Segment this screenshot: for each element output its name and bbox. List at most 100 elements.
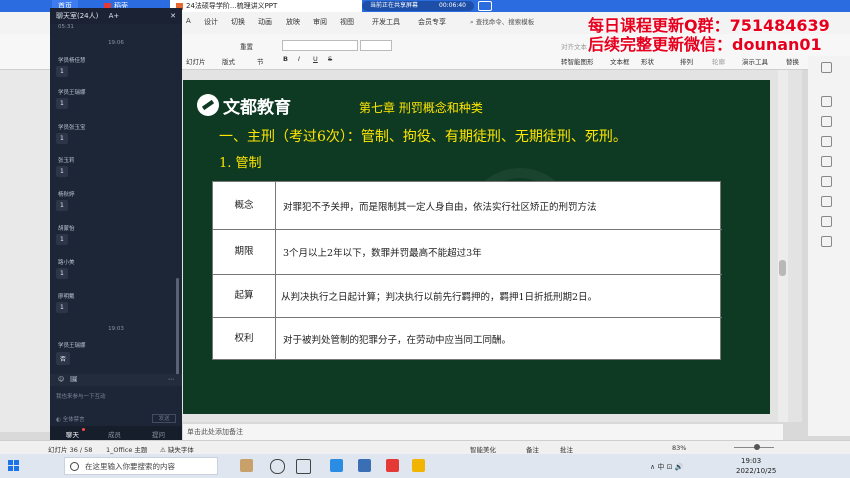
transition-icon[interactable] bbox=[821, 136, 832, 147]
app-icon-yellow[interactable] bbox=[412, 459, 425, 472]
chat-panel: 聊天室(24人) A+ ✕ 05:31 19:06 学员杨佳慧 1 学员王瑞娜 … bbox=[50, 8, 182, 440]
chat-sender: 学员王瑞娜 bbox=[58, 90, 86, 96]
vertical-scrollbar[interactable] bbox=[778, 70, 788, 422]
chat-scrollbar[interactable] bbox=[176, 278, 179, 378]
comment-toggle[interactable]: 批注 bbox=[560, 444, 573, 454]
screen-icon[interactable] bbox=[478, 1, 492, 11]
menu-item-design[interactable]: 设计 bbox=[204, 17, 218, 27]
section-button[interactable]: 节 bbox=[257, 56, 264, 66]
strikethrough-button[interactable]: S bbox=[328, 55, 332, 63]
mute-all-label: 全体禁言 bbox=[62, 417, 85, 423]
new-slide-button[interactable]: 幻灯片 bbox=[186, 56, 206, 66]
menu-item-review[interactable]: 审阅 bbox=[313, 17, 327, 27]
table-row: 期限 3个月以上2年以下，数罪并罚最高不能超过3年 bbox=[213, 229, 722, 275]
properties-icon[interactable] bbox=[821, 96, 832, 107]
zoom-slider-knob[interactable] bbox=[754, 444, 760, 450]
share-text: 当前正在共享屏幕 bbox=[370, 2, 419, 9]
tools-icon[interactable] bbox=[821, 236, 832, 247]
outline-button[interactable]: 轮廓 bbox=[712, 56, 725, 66]
italic-button[interactable]: I bbox=[298, 55, 300, 63]
task-view-icon[interactable] bbox=[296, 459, 311, 474]
unread-dot bbox=[82, 428, 85, 431]
smart-beautify-button[interactable]: 智能美化 bbox=[470, 444, 496, 454]
mute-all-toggle[interactable]: ◐ 全体禁言 bbox=[56, 415, 85, 423]
chat-input[interactable]: 我也来参与一下互动 bbox=[56, 392, 106, 400]
table-key: 权利 bbox=[213, 317, 276, 360]
wendu-logo-icon bbox=[197, 94, 219, 116]
chapter-title: 第七章 刑罚概念和种类 bbox=[359, 101, 483, 115]
menu-item-view[interactable]: 视图 bbox=[340, 17, 354, 27]
chat-message: 1 bbox=[56, 98, 68, 109]
command-search[interactable]: ⌕ 查找命令、搜索模板 bbox=[470, 16, 550, 28]
tab-chat[interactable]: 聊天 bbox=[66, 428, 85, 439]
windows-start-icon[interactable] bbox=[8, 460, 20, 472]
font-family-select[interactable] bbox=[282, 40, 358, 51]
missing-font-icon: ⚠ bbox=[160, 446, 168, 454]
location-icon[interactable] bbox=[821, 216, 832, 227]
underline-button[interactable]: U bbox=[313, 55, 318, 63]
collapse-icon[interactable] bbox=[821, 62, 832, 73]
more-icon[interactable]: ⋯ bbox=[168, 376, 174, 383]
replace-button[interactable]: 替换 bbox=[786, 56, 799, 66]
tab-questions[interactable]: 提问 bbox=[152, 429, 165, 439]
wps-icon[interactable] bbox=[386, 459, 399, 472]
slide[interactable]: 文都教育 第七章 刑罚概念和种类 一、主刑（考过6次）：管制、拘役、有期徒刑、无… bbox=[183, 80, 770, 414]
taskbar-search[interactable]: 在这里输入你要搜索的内容 bbox=[64, 457, 218, 475]
chat-message: 1 bbox=[56, 200, 68, 211]
system-tray[interactable]: ∧ 中 ⊡ 🔊 bbox=[650, 462, 683, 472]
menu-item-animation[interactable]: 动画 bbox=[258, 17, 272, 27]
slide-counter: 幻灯片 36 / 58 bbox=[48, 446, 93, 454]
close-icon[interactable]: ✕ bbox=[170, 8, 176, 24]
menu-item-member[interactable]: 会员专享 bbox=[418, 17, 446, 27]
windows-taskbar: 在这里输入你要搜索的内容 ∧ 中 ⊡ 🔊 19:03 2022/10/25 bbox=[0, 454, 850, 478]
menu-item-developer[interactable]: 开发工具 bbox=[372, 17, 400, 27]
clock-time[interactable]: 19:03 bbox=[741, 457, 761, 465]
taskbar-widget-icon[interactable] bbox=[240, 459, 253, 472]
presentation-tools-button[interactable]: 演示工具 bbox=[742, 56, 768, 66]
arrange-button[interactable]: 排列 bbox=[680, 56, 693, 66]
font-size-button[interactable]: A+ bbox=[109, 12, 120, 20]
table-value: 从判决执行之日起计算；判决执行以前先行羁押的，羁押1日折抵刑期2日。 bbox=[281, 292, 598, 303]
slide-heading: 一、主刑（考过6次）：管制、拘役、有期徒刑、无期徒刑、死刑。 bbox=[219, 129, 627, 145]
clock-date[interactable]: 2022/10/25 bbox=[736, 467, 776, 475]
chat-message: 1 bbox=[56, 302, 68, 313]
reset-button[interactable]: 重置 bbox=[240, 41, 253, 51]
tab-members[interactable]: 成员 bbox=[108, 429, 121, 439]
menu-item-slideshow[interactable]: 放映 bbox=[286, 17, 300, 27]
notes-area[interactable]: 单击此处添加备注 bbox=[183, 424, 783, 440]
align-text-button[interactable]: 对齐文本 bbox=[561, 41, 587, 51]
scroll-thumb[interactable] bbox=[779, 260, 786, 276]
help-icon[interactable] bbox=[821, 176, 832, 187]
chat-input-toolbar: ☺ 🖼 ⋯ bbox=[50, 374, 182, 386]
layout-button[interactable]: 版式 bbox=[222, 56, 235, 66]
cortana-icon[interactable] bbox=[270, 459, 285, 474]
animation-icon[interactable] bbox=[821, 116, 832, 127]
menu-item-transition[interactable]: 切换 bbox=[231, 17, 245, 27]
backup-icon[interactable] bbox=[821, 156, 832, 167]
app-icon-screen[interactable] bbox=[358, 459, 371, 472]
chat-sender: 路小美 bbox=[58, 260, 75, 266]
notes-toggle[interactable]: 备注 bbox=[526, 444, 539, 454]
missing-font-button[interactable]: ⚠ 缺失字体 bbox=[160, 444, 194, 454]
smartart-button[interactable]: 转智能图形 bbox=[561, 56, 594, 66]
image-icon[interactable]: 🖼 bbox=[70, 376, 78, 383]
status-bar: 幻灯片 36 / 58 1_Office 主题 ⚠ 缺失字体 智能美化 备注 批… bbox=[0, 440, 850, 454]
content-table: 概念 对罪犯不予关押，而是限制其一定人身自由，依法实行社区矫正的刑罚方法 期限 … bbox=[212, 181, 722, 360]
chat-sender: 张玉莉 bbox=[58, 158, 75, 164]
table-key: 概念 bbox=[213, 182, 276, 229]
send-button[interactable]: 发送 bbox=[152, 414, 176, 423]
slide-subheading: 1. 管制 bbox=[219, 156, 262, 171]
bold-button[interactable]: B bbox=[283, 55, 288, 63]
textbox-button[interactable]: 文本框 bbox=[610, 56, 630, 66]
share-icon[interactable] bbox=[821, 196, 832, 207]
share-timer: 00:06:40 bbox=[439, 2, 466, 9]
chat-title: 聊天室(24人) bbox=[56, 12, 99, 20]
font-size-select[interactable] bbox=[360, 40, 392, 51]
shape-button[interactable]: 形状 bbox=[641, 56, 654, 66]
tab-ppt-document[interactable]: 24法硕导学阶...梳理讲义PPT bbox=[170, 0, 362, 12]
search-icon bbox=[70, 462, 79, 471]
emoji-icon[interactable]: ☺ bbox=[58, 376, 64, 383]
app-icon-p[interactable] bbox=[330, 459, 343, 472]
screen-share-status[interactable]: 当前正在共享屏幕 00:06:40 bbox=[362, 1, 474, 11]
chat-sender: 学员杨佳慧 bbox=[58, 58, 86, 64]
